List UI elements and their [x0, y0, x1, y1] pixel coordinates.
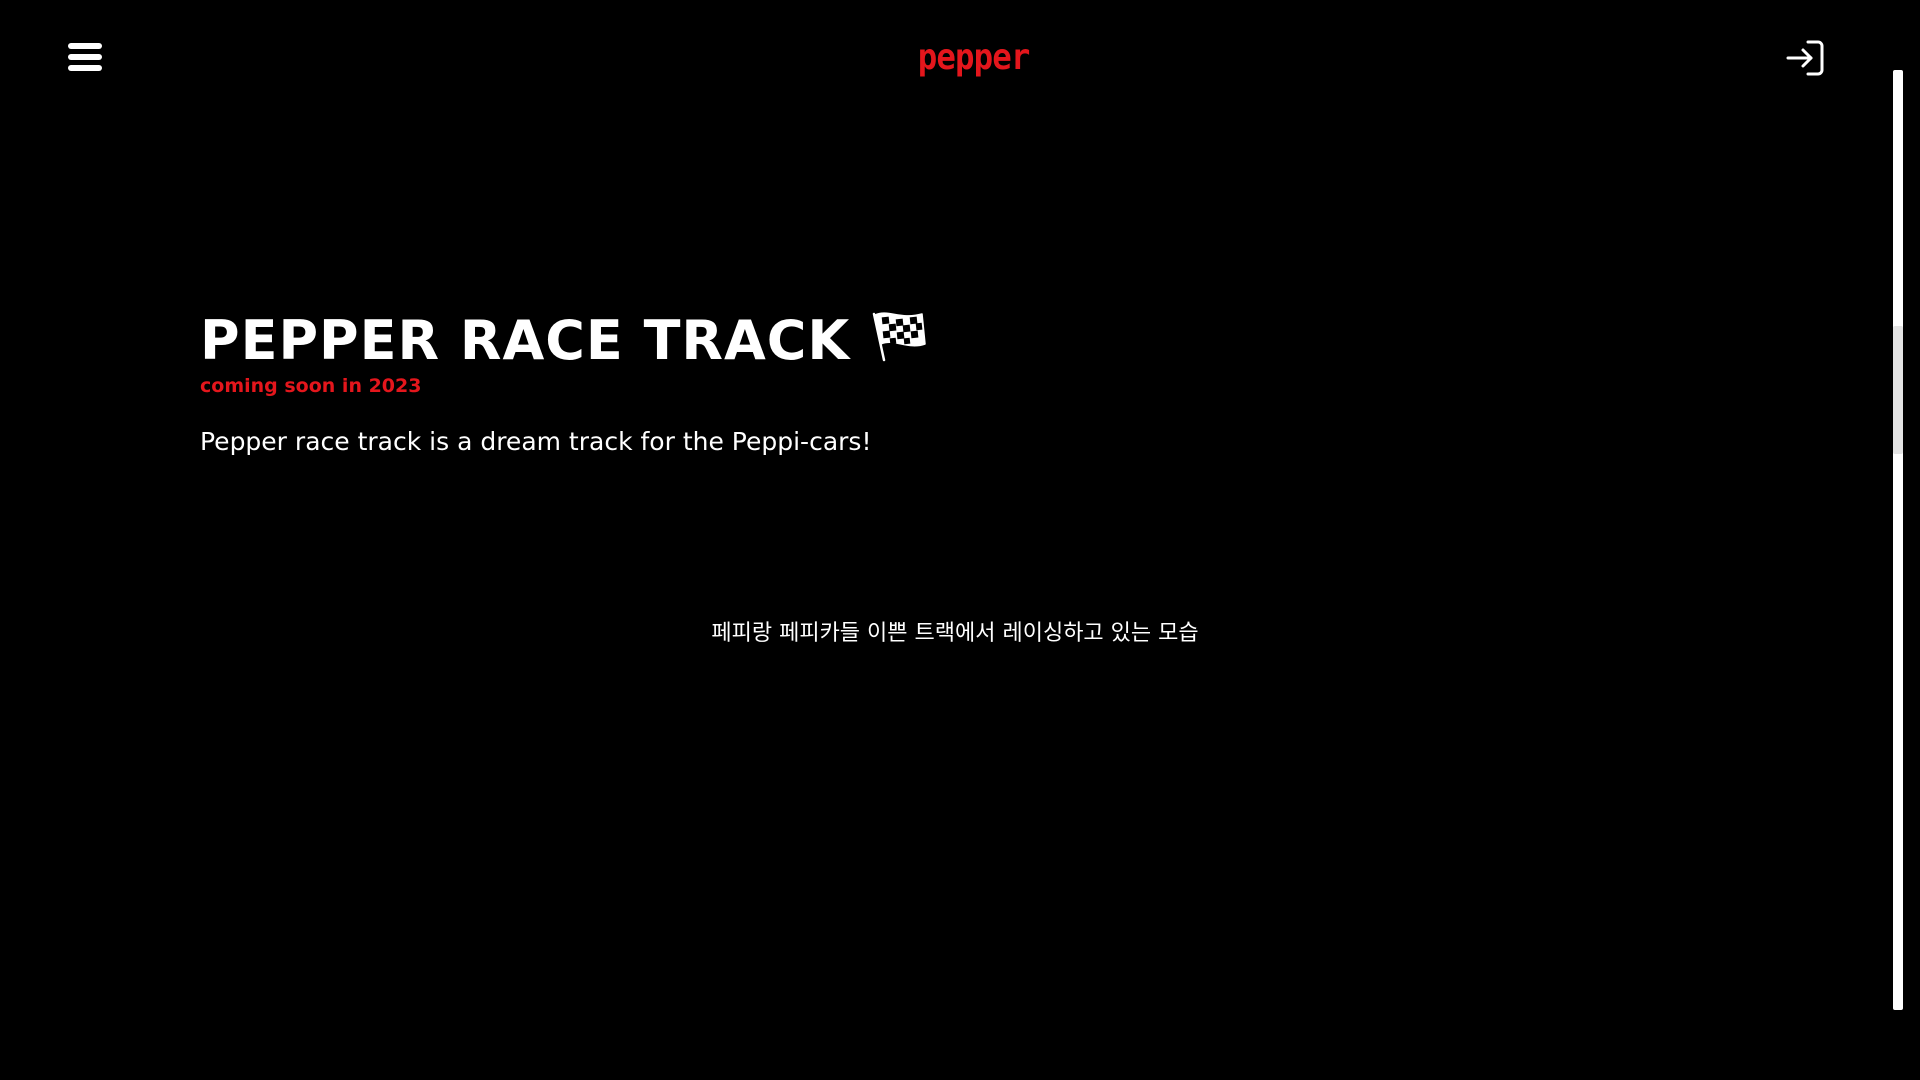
hero-section: PEPPER RACE TRACK coming soon in 2023 Pe… [200, 304, 1400, 460]
page-title: PEPPER RACE TRACK [200, 304, 1400, 378]
login-button[interactable] [1786, 38, 1826, 78]
hero-description: Pepper race track is a dream track for t… [200, 427, 872, 456]
image-caption: 페피랑 페피카들 이쁜 트랙에서 레이싱하고 있는 모습 [711, 621, 1199, 646]
scrollbar-thumb[interactable] [1893, 326, 1903, 454]
scrollbar-track[interactable] [1893, 70, 1903, 1010]
page-title-text: PEPPER RACE TRACK [200, 309, 851, 372]
login-arrow-icon [1786, 40, 1824, 76]
checkered-flag-icon [873, 312, 927, 362]
site-logo[interactable]: pepper [918, 36, 1031, 80]
page: pepper PEPPER RACE TRACK coming soon in … [0, 0, 1920, 1080]
hamburger-menu-icon [68, 43, 102, 71]
menu-button[interactable] [68, 42, 102, 72]
